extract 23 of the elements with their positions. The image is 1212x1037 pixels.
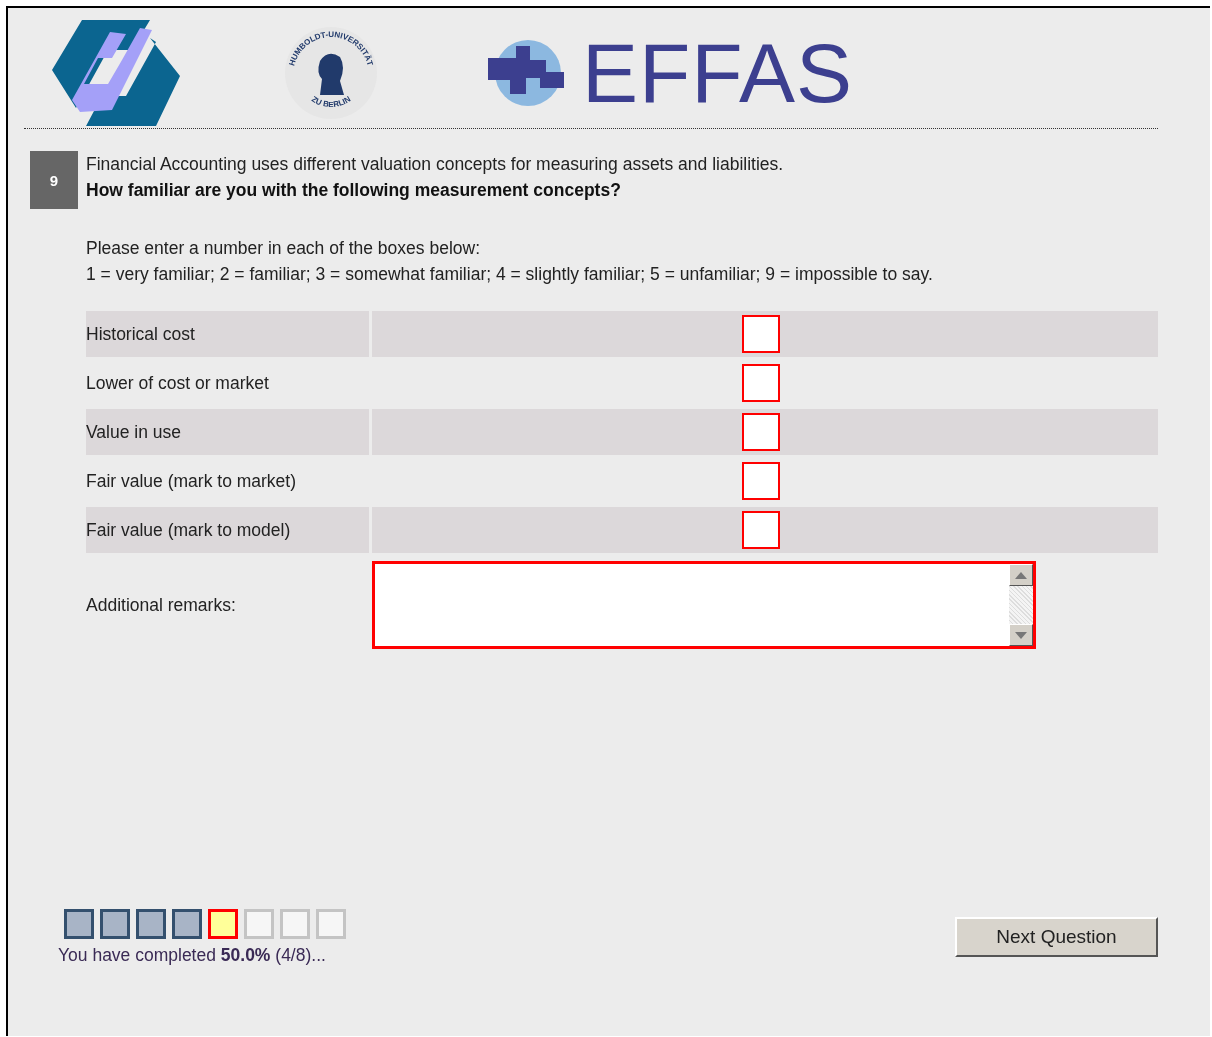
answer-box[interactable] (742, 364, 780, 402)
question-intro: Financial Accounting uses different valuation concepts for measuring assets and liabilities. (86, 153, 784, 176)
remarks-label: Additional remarks: (86, 594, 237, 616)
item-label: Historical cost (86, 311, 369, 357)
item-label: Fair value (mark to market) (86, 469, 298, 493)
next-question-button[interactable]: Next Question (955, 917, 1158, 957)
instruction-text: Please enter a number in each of the boxes below: (86, 237, 481, 260)
item-label: Fair value (mark to model) (86, 507, 369, 553)
scroll-down-icon (1015, 631, 1027, 639)
progress-text: You have completed 50.0% (4/8)... (58, 945, 327, 966)
answer-box[interactable] (742, 511, 780, 549)
scrollbar[interactable] (1009, 564, 1033, 646)
remarks-field[interactable] (372, 561, 1036, 649)
brand-name: EFFAS (582, 31, 854, 115)
item-label: Lower of cost or market (86, 371, 270, 395)
item-label: Value in use (86, 409, 369, 455)
answer-box[interactable] (742, 462, 780, 500)
question-prompt: How familiar are you with the following measurement concepts? (86, 179, 622, 202)
scale-legend: 1 = very familiar; 2 = familiar; 3 = somewhat familiar; 4 = slightly familiar; 5 = unfamiliar; 9 = impossible to say. (86, 261, 1158, 287)
answer-box[interactable] (742, 315, 780, 353)
answer-box[interactable] (742, 413, 780, 451)
scroll-up-icon (1015, 571, 1027, 579)
question-number: 9 (30, 151, 78, 209)
